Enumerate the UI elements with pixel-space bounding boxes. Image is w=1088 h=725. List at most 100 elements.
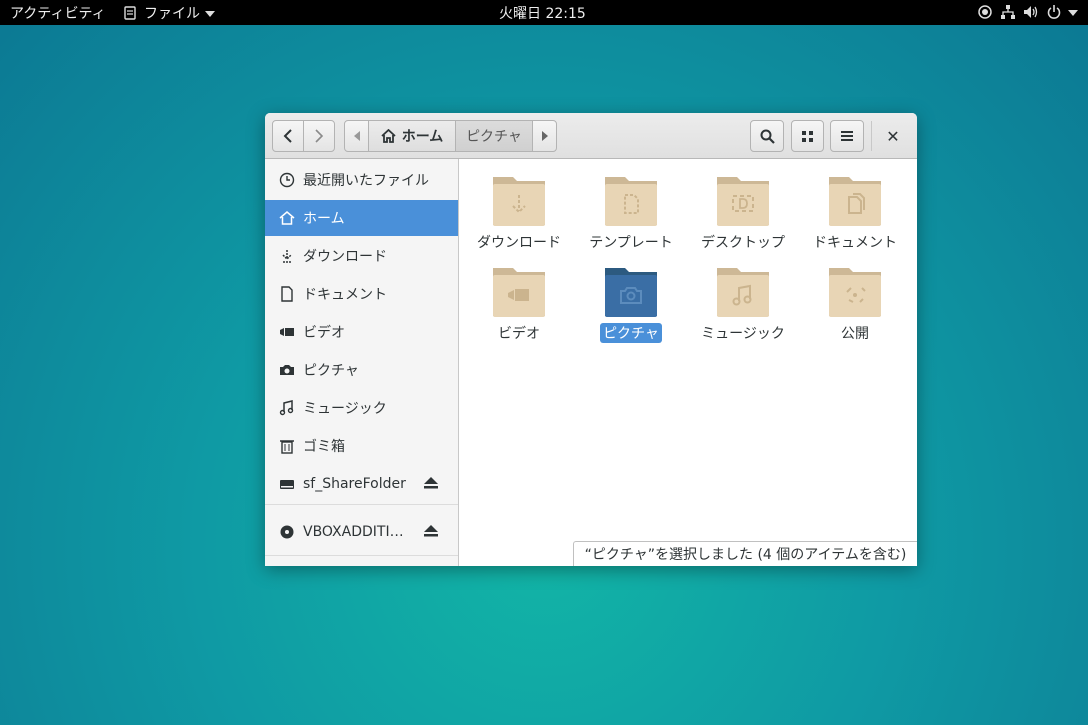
files-app-icon — [121, 4, 139, 22]
trash-icon — [279, 438, 295, 454]
document-icon — [279, 286, 295, 302]
folder-desktop[interactable]: デスクトップ — [687, 173, 799, 261]
home-icon — [381, 129, 396, 143]
path-scroll-right-button[interactable] — [532, 120, 557, 152]
sidebar-item-documents[interactable]: ドキュメント — [265, 276, 458, 312]
template-folder-icon — [605, 177, 657, 226]
view-toggle-button[interactable] — [791, 120, 824, 152]
app-menu-label: ファイル — [144, 6, 200, 22]
sidebar-item-videos[interactable]: ビデオ — [265, 314, 458, 350]
hamburger-icon — [841, 131, 853, 141]
breadcrumb-home-label: ホーム — [401, 129, 444, 145]
activities-label: アクティビティ — [10, 6, 106, 22]
folder-videos[interactable]: ビデオ — [463, 264, 575, 352]
grid-icon — [802, 130, 813, 142]
drive-icon — [279, 476, 295, 492]
breadcrumb-pictures[interactable]: ピクチャ — [455, 120, 533, 152]
clock-label: 火曜日 22:15 — [499, 6, 586, 22]
clock-icon — [279, 172, 295, 188]
folder-templates[interactable]: テンプレート — [575, 173, 687, 261]
breadcrumb-home[interactable]: ホーム — [368, 120, 456, 152]
folder-label: テンプレート — [589, 235, 673, 251]
hamburger-menu-button[interactable] — [830, 120, 864, 152]
sidebar-item-label: ドキュメント — [303, 287, 387, 303]
sidebar-item-label: ゴミ箱 — [303, 439, 345, 455]
sidebar-item-label: ダウンロード — [303, 249, 387, 265]
file-grid: ダウンロード テンプレート デスクトップ ドキュメント ビデオ ピクチャ ミュー… — [460, 159, 917, 566]
search-button[interactable] — [750, 120, 784, 152]
sidebar-item-pictures[interactable]: ピクチャ — [265, 352, 458, 388]
triangle-left-icon — [353, 131, 360, 141]
folder-label: デスクトップ — [701, 235, 785, 251]
disc-icon — [279, 524, 295, 540]
sidebar-item-music[interactable]: ミュージック — [265, 390, 458, 426]
sidebar-item-label: ミュージック — [303, 401, 387, 417]
sidebar-item-label: 最近開いたファイル — [303, 173, 429, 189]
folder-pictures[interactable]: ピクチャ — [575, 264, 687, 352]
close-icon: ✕ — [886, 126, 900, 146]
sidebar-separator — [265, 555, 458, 556]
sidebar-item-label: ビデオ — [303, 325, 345, 341]
sidebar-item-home[interactable]: ホーム — [265, 200, 458, 236]
folder-documents[interactable]: ドキュメント — [799, 173, 911, 261]
activities-button[interactable]: アクティビティ — [10, 3, 106, 23]
clock[interactable]: 火曜日 22:15 — [499, 3, 586, 23]
file-manager-window: ホーム ピクチャ ✕ 最近開いたファイル ホーム ダウンロード ドキュメント ビ… — [265, 113, 917, 566]
eject-icon[interactable] — [424, 477, 438, 493]
breadcrumb-pictures-label: ピクチャ — [466, 129, 522, 145]
public-folder-icon — [829, 268, 881, 317]
sidebar-item-label: VBOXADDITI… — [303, 524, 404, 540]
accessibility-icon[interactable] — [976, 3, 994, 21]
triangle-right-icon — [541, 131, 548, 141]
sidebar-item-trash[interactable]: ゴミ箱 — [265, 428, 458, 464]
folder-label: 公開 — [841, 326, 869, 342]
eject-icon[interactable] — [424, 525, 438, 541]
dropdown-arrow-icon — [205, 5, 215, 21]
path-scroll-left-button[interactable] — [344, 120, 369, 152]
sidebar-item-downloads[interactable]: ダウンロード — [265, 238, 458, 274]
status-overlay: “ピクチャ”を選択しました (4 個のアイテムを含む) — [573, 541, 917, 566]
top-bar: アクティビティ ファイル 火曜日 22:15 — [0, 0, 1088, 25]
sidebar-item-recent[interactable]: 最近開いたファイル — [265, 162, 458, 198]
dropdown-arrow-icon — [1068, 4, 1078, 20]
header-bar: ホーム ピクチャ ✕ — [265, 113, 917, 159]
network-icon[interactable] — [999, 3, 1017, 21]
documents-folder-icon — [829, 177, 881, 226]
sidebar-separator — [265, 504, 458, 505]
app-menu-button[interactable]: ファイル — [121, 3, 215, 23]
video-icon — [279, 324, 295, 340]
download-folder-icon — [493, 177, 545, 226]
camera-icon — [279, 362, 295, 378]
folder-downloads[interactable]: ダウンロード — [463, 173, 575, 261]
back-button[interactable] — [272, 120, 304, 152]
desktop-folder-icon — [717, 177, 769, 226]
folder-label: ミュージック — [701, 326, 785, 342]
sidebar-item-label: ピクチャ — [303, 363, 359, 379]
close-button[interactable]: ✕ — [877, 120, 909, 152]
forward-button[interactable] — [303, 120, 335, 152]
music-icon — [279, 400, 295, 416]
home-icon — [279, 210, 295, 226]
chevron-right-icon — [315, 129, 324, 143]
folder-label: ダウンロード — [477, 235, 561, 251]
folder-music[interactable]: ミュージック — [687, 264, 799, 352]
status-text: “ピクチャ”を選択しました (4 個のアイテムを含む) — [584, 547, 907, 563]
folder-label: ドキュメント — [813, 235, 897, 251]
volume-icon[interactable] — [1022, 3, 1040, 21]
folder-label: ビデオ — [498, 326, 540, 342]
chevron-left-icon — [283, 129, 292, 143]
system-tray[interactable] — [976, 3, 1078, 21]
folder-public[interactable]: 公開 — [799, 264, 911, 352]
music-folder-icon — [717, 268, 769, 317]
sidebar-item-label: sf_ShareFolder — [303, 476, 406, 492]
pictures-folder-icon — [605, 268, 657, 317]
sidebar-item-vboxadditions[interactable]: VBOXADDITI… — [265, 514, 458, 550]
sidebar-item-sharefolder[interactable]: sf_ShareFolder — [265, 466, 458, 502]
sidebar-item-label: ホーム — [303, 211, 345, 227]
power-icon[interactable] — [1045, 3, 1063, 21]
download-icon — [279, 248, 295, 264]
sidebar: 最近開いたファイル ホーム ダウンロード ドキュメント ビデオ ピクチャ ミュー… — [265, 159, 459, 566]
search-icon — [760, 129, 775, 144]
folder-label: ピクチャ — [600, 323, 662, 343]
header-separator — [871, 121, 872, 151]
